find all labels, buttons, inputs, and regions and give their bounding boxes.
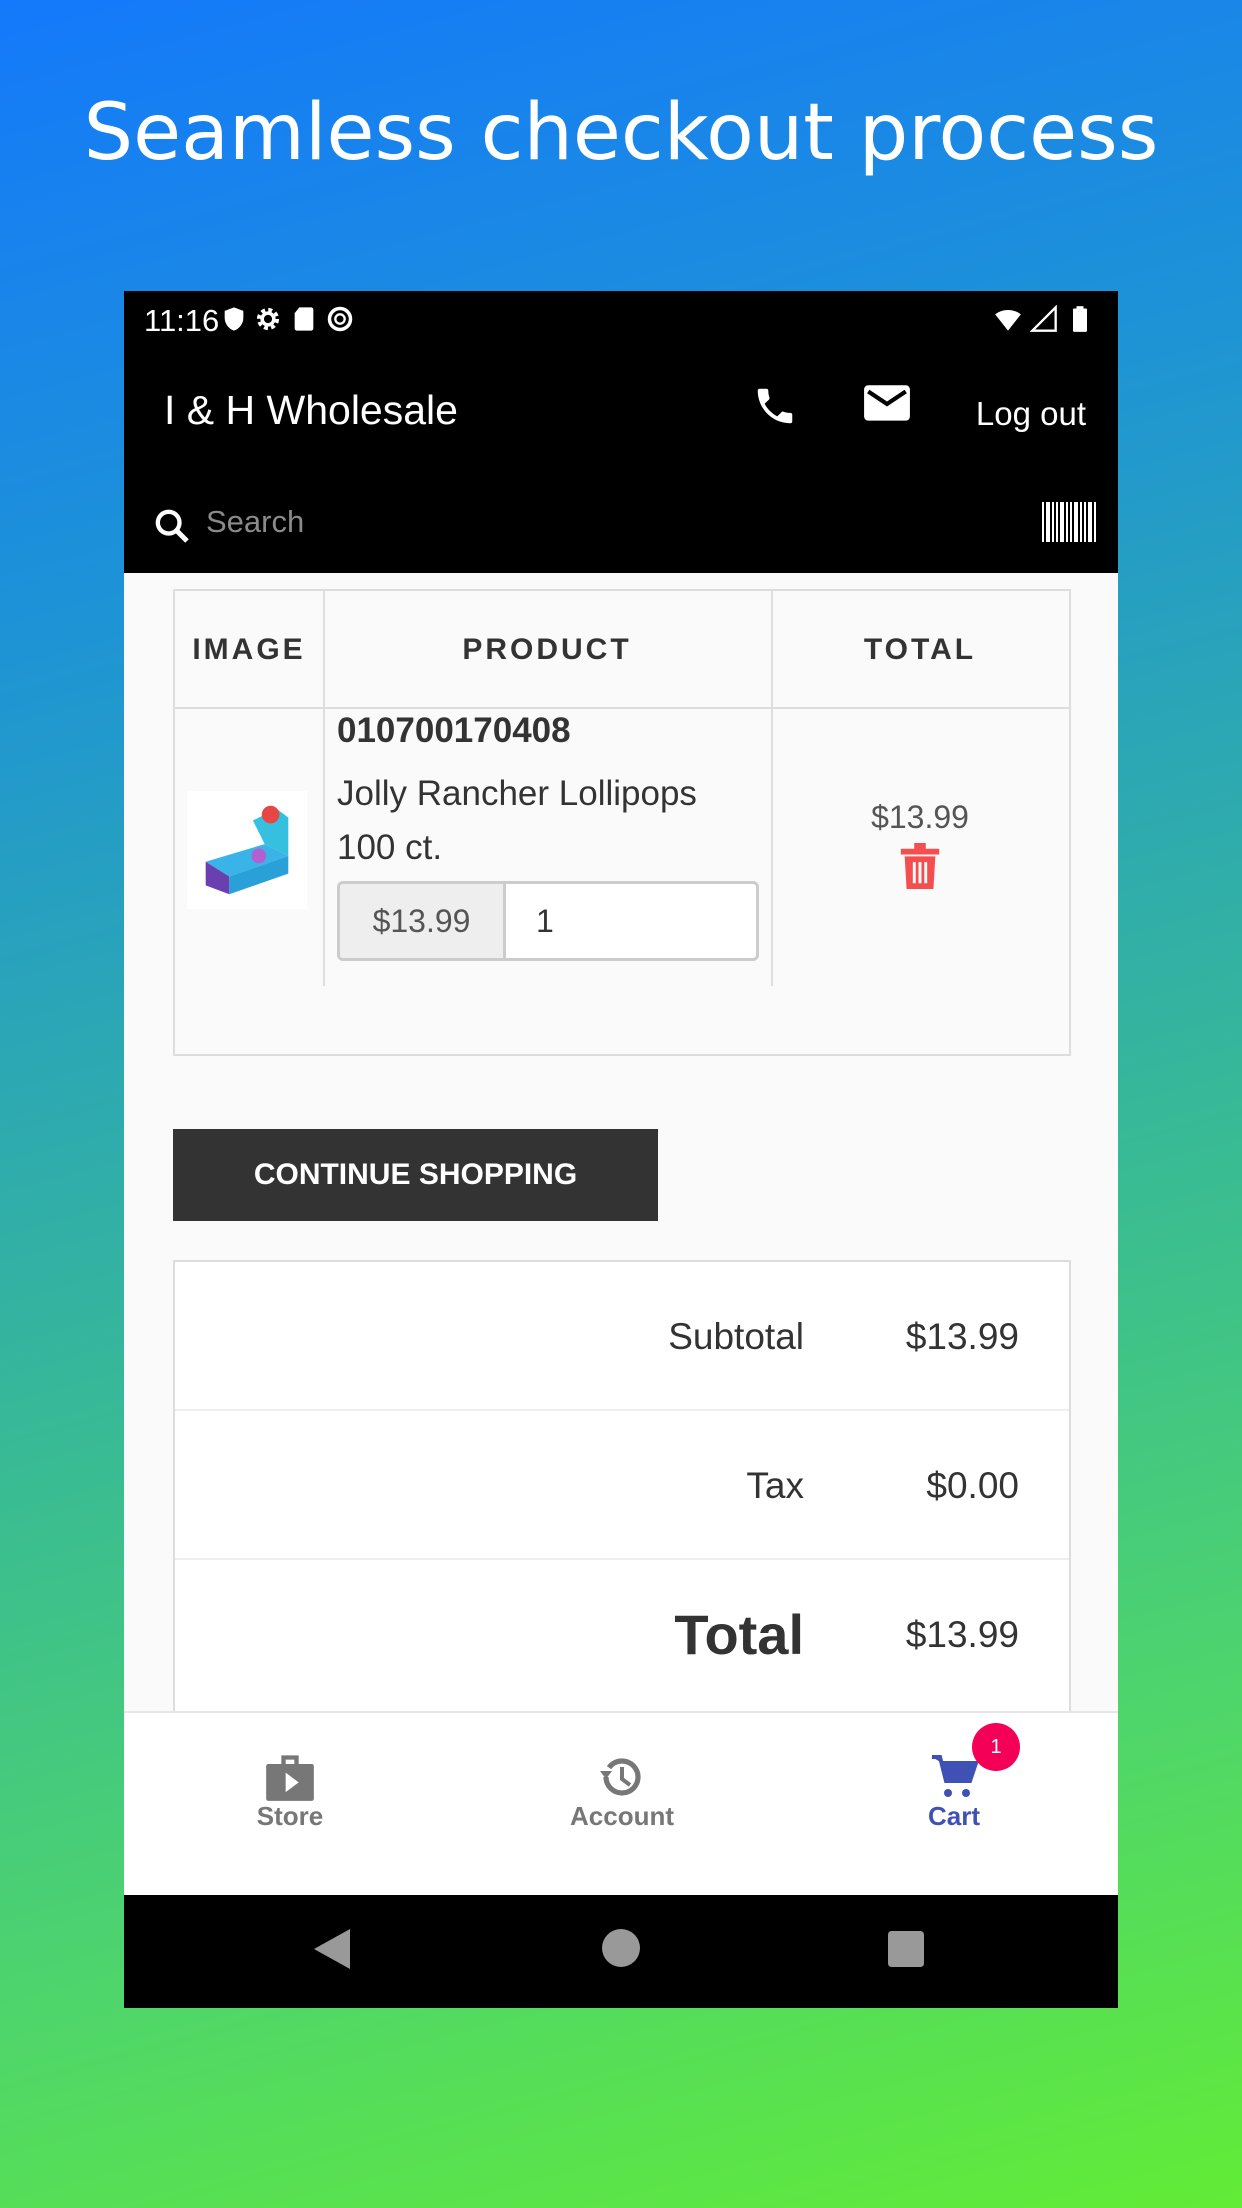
nav-store[interactable]: Store [190,1753,390,1832]
search-icon [155,509,189,543]
tax-value: $0.00 [926,1465,1019,1506]
header-image: IMAGE [192,633,306,666]
app-title: I & H Wholesale [164,387,458,433]
gear-icon [256,307,280,331]
nav-account-label: Account [570,1801,674,1831]
bottom-nav: Store Account Cart 1 [124,1711,1118,1895]
phone-screen: 11:16 I & H Wholesale Log out Search IMA… [124,291,1118,2008]
nav-cart-label: Cart [927,1801,980,1831]
recents-icon[interactable] [888,1931,924,1967]
shield-icon [224,307,244,331]
phone-icon[interactable] [752,383,798,429]
cart-badge: 1 [972,1723,1020,1771]
subtotal-row: Subtotal $13.99 [175,1262,1069,1411]
store-icon [266,1755,314,1801]
subtotal-value: $13.99 [905,1316,1019,1357]
battery-icon [1073,306,1087,332]
signal-icon [1030,305,1057,332]
subtotal-label: Subtotal [668,1316,804,1357]
mail-icon[interactable] [862,381,912,427]
product-name[interactable]: Jolly Rancher Lollipops 100 ct. [337,767,757,875]
home-icon[interactable] [602,1929,640,1967]
nav-account[interactable]: Account [522,1753,722,1832]
sd-card-icon [294,307,314,331]
header-product: PRODUCT [462,633,632,666]
total-row: Total $13.99 [175,1560,1069,1709]
continue-shopping-button[interactable]: CONTINUE SHOPPING [173,1129,658,1221]
product-sku: 010700170408 [337,711,571,750]
tax-row: Tax $0.00 [175,1411,1069,1560]
back-icon[interactable] [314,1929,350,1969]
barcode-scan-icon[interactable] [1042,502,1096,542]
status-bar: 11:16 [124,291,1118,347]
header-total: TOTAL [863,633,977,666]
quantity-group: $13.99 1 [337,881,759,961]
nav-cart[interactable]: Cart 1 [854,1723,1054,1832]
cart-table: IMAGE PRODUCT TOTAL 010700170408 Jolly R… [173,589,1071,1056]
product-image[interactable] [187,791,307,909]
vpn-icon [327,306,353,332]
cart-icon [932,1755,979,1797]
history-icon [600,1758,641,1796]
logout-button[interactable]: Log out [976,395,1086,433]
tax-label: Tax [746,1465,804,1506]
headline: Seamless checkout process [83,88,1159,178]
wifi-icon [995,309,1021,331]
search-input[interactable]: Search [206,504,304,540]
unit-price: $13.99 [340,884,506,958]
nav-store-label: Store [256,1801,324,1831]
quantity-input[interactable]: 1 [536,884,554,958]
status-time: 11:16 [144,303,220,338]
total-value: $13.99 [905,1614,1019,1655]
trash-icon[interactable] [900,843,940,889]
total-label: Total [674,1603,804,1666]
system-nav-bar [124,1895,1118,2008]
order-summary: Subtotal $13.99 Tax $0.00 Total $13.99 [173,1260,1071,1720]
row-total: $13.99 [871,799,969,835]
app-bar: I & H Wholesale Log out [124,347,1118,472]
search-bar[interactable]: Search [124,472,1118,573]
